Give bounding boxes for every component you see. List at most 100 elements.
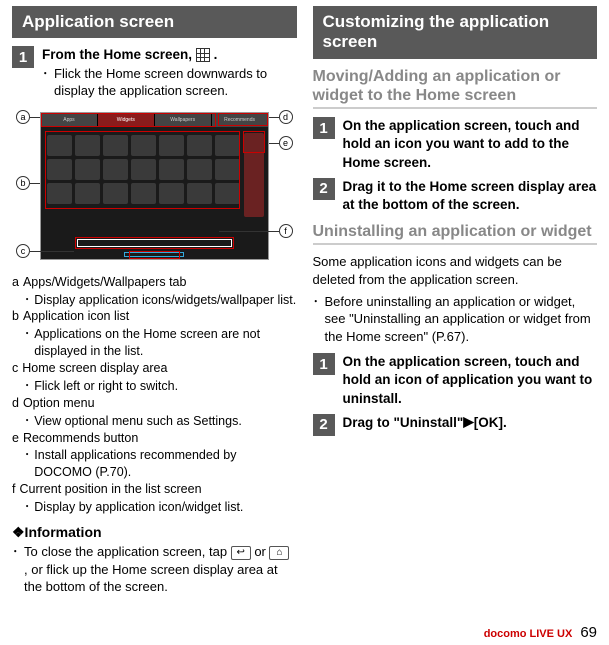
screenshot-diagram: Apps Widgets Wallpapers Recommends xyxy=(12,106,297,266)
callout-c-line xyxy=(30,251,74,252)
customizing-header: Customizing the application screen xyxy=(313,6,598,59)
bullet-dot: ･ xyxy=(313,293,319,346)
right-step-3: 1 On the application screen, touch and h… xyxy=(313,353,598,408)
def-label: d xyxy=(12,395,19,412)
callout-f-line xyxy=(219,231,279,232)
bullet-dot: ･ xyxy=(42,65,48,100)
def-e: eRecommends button xyxy=(12,430,297,447)
uninstall-intro-2: ･ Before uninstalling an application or … xyxy=(313,293,598,346)
def-text: Home screen display area xyxy=(22,360,167,377)
step-title-part-a: From the Home screen, xyxy=(42,47,196,62)
callout-box-f xyxy=(129,251,180,259)
step-number: 1 xyxy=(313,353,335,375)
step-text: On the application screen, touch and hol… xyxy=(343,117,598,172)
def-b-sub: ･Applications on the Home screen are not… xyxy=(24,326,297,360)
callout-b: b xyxy=(16,176,30,190)
callout-b-line xyxy=(30,183,40,184)
def-sub-text: Applications on the Home screen are not … xyxy=(34,326,296,360)
uninstall-intro-1: Some application icons and widgets can b… xyxy=(313,253,598,288)
information-body: ･ To close the application screen, tap ↩… xyxy=(12,543,297,596)
right-column: Customizing the application screen Movin… xyxy=(305,0,609,645)
home-key-icon: ⌂ xyxy=(269,546,289,560)
callout-d: d xyxy=(279,110,293,124)
def-label: e xyxy=(12,430,19,447)
footer-brand: docomo LIVE UX xyxy=(484,628,573,640)
device-screenshot: Apps Widgets Wallpapers Recommends xyxy=(40,112,269,260)
callout-box-b xyxy=(45,131,240,209)
def-c: cHome screen display area xyxy=(12,360,297,377)
def-label: a xyxy=(12,274,19,291)
def-sub-text: Flick left or right to switch. xyxy=(34,378,178,395)
bullet-text: Flick the Home screen downwards to displ… xyxy=(54,65,297,100)
callout-box-a xyxy=(41,113,216,127)
def-a-sub: ･Display application icons/widgets/wallp… xyxy=(24,292,297,309)
callout-definitions: aApps/Widgets/Wallpapers tab ･Display ap… xyxy=(12,274,297,516)
apps-grid-icon xyxy=(196,48,210,62)
bullet-dot: ･ xyxy=(24,447,30,481)
right-step-2: 2 Drag it to the Home screen display are… xyxy=(313,178,598,214)
subsection-moving-adding: Moving/Adding an application or widget t… xyxy=(313,67,598,109)
def-d: dOption menu xyxy=(12,395,297,412)
def-e-sub: ･Install applications recommended by DOC… xyxy=(24,447,297,481)
left-column: Application screen 1 From the Home scree… xyxy=(0,0,305,645)
def-text: Current position in the list screen xyxy=(19,481,201,498)
def-text: Option menu xyxy=(23,395,95,412)
bullet-dot: ･ xyxy=(24,378,30,395)
callout-box-c xyxy=(75,237,234,249)
def-sub-text: Display application icons/widgets/wallpa… xyxy=(34,292,296,309)
step-body: From the Home screen, . ･ Flick the Home… xyxy=(42,46,297,99)
def-d-sub: ･View optional menu such as Settings. xyxy=(24,413,297,430)
def-a: aApps/Widgets/Wallpapers tab xyxy=(12,274,297,291)
callout-f: f xyxy=(279,224,293,238)
triangle-icon: ▶ xyxy=(463,413,473,431)
back-key-icon: ↩ xyxy=(231,546,251,560)
step-number: 1 xyxy=(12,46,34,68)
step-text: Drag to "Uninstall"▶[OK]. xyxy=(343,414,598,436)
info-text-c: , or flick up the Home screen display ar… xyxy=(24,562,278,595)
callout-e: e xyxy=(279,136,293,150)
callout-d-line xyxy=(269,117,279,118)
def-b: bApplication icon list xyxy=(12,308,297,325)
bullet-dot: ･ xyxy=(12,543,18,596)
def-sub-text: View optional menu such as Settings. xyxy=(34,413,242,430)
def-text: Application icon list xyxy=(23,308,129,325)
callout-e-line xyxy=(269,143,279,144)
info-text: To close the application screen, tap ↩ o… xyxy=(24,543,297,596)
right-step-1: 1 On the application screen, touch and h… xyxy=(313,117,598,172)
callout-box-e xyxy=(243,131,265,153)
right-step-4: 2 Drag to "Uninstall"▶[OK]. xyxy=(313,414,598,436)
def-label: b xyxy=(12,308,19,325)
callout-a-line xyxy=(30,117,40,118)
step-text: On the application screen, touch and hol… xyxy=(343,353,598,408)
footer-page-number: 69 xyxy=(580,624,597,641)
def-c-sub: ･Flick left or right to switch. xyxy=(24,378,297,395)
step-bullet: ･ Flick the Home screen downwards to dis… xyxy=(42,65,297,100)
bullet-dot: ･ xyxy=(24,413,30,430)
step-title: From the Home screen, . xyxy=(42,46,297,64)
step4-text-b: [OK]. xyxy=(474,415,507,430)
def-text: Recommends button xyxy=(23,430,138,447)
bullet-dot: ･ xyxy=(24,292,30,309)
left-step-1: 1 From the Home screen, . ･ Flick the Ho… xyxy=(12,46,297,99)
def-f-sub: ･Display by application icon/widget list… xyxy=(24,499,297,516)
page-footer: docomo LIVE UX 69 xyxy=(484,624,597,641)
info-text-a: To close the application screen, tap xyxy=(24,544,231,559)
intro2-text: Before uninstalling an application or wi… xyxy=(325,293,598,346)
information-heading: ❖Information xyxy=(12,524,297,541)
bullet-dot: ･ xyxy=(24,499,30,516)
app-screen-header: Application screen xyxy=(12,6,297,38)
callout-box-d xyxy=(218,113,268,126)
def-label: f xyxy=(12,481,15,498)
step-number: 1 xyxy=(313,117,335,139)
step4-text-a: Drag to "Uninstall" xyxy=(343,415,464,430)
subsection-uninstalling: Uninstalling an application or widget xyxy=(313,222,598,245)
def-f: fCurrent position in the list screen xyxy=(12,481,297,498)
info-text-b: or xyxy=(254,544,269,559)
def-sub-text: Install applications recommended by DOCO… xyxy=(34,447,296,481)
def-label: c xyxy=(12,360,18,377)
info-bullet: ･ To close the application screen, tap ↩… xyxy=(12,543,297,596)
bullet-dot: ･ xyxy=(24,326,30,360)
step-number: 2 xyxy=(313,414,335,436)
def-text: Apps/Widgets/Wallpapers tab xyxy=(23,274,187,291)
callout-c: c xyxy=(16,244,30,258)
